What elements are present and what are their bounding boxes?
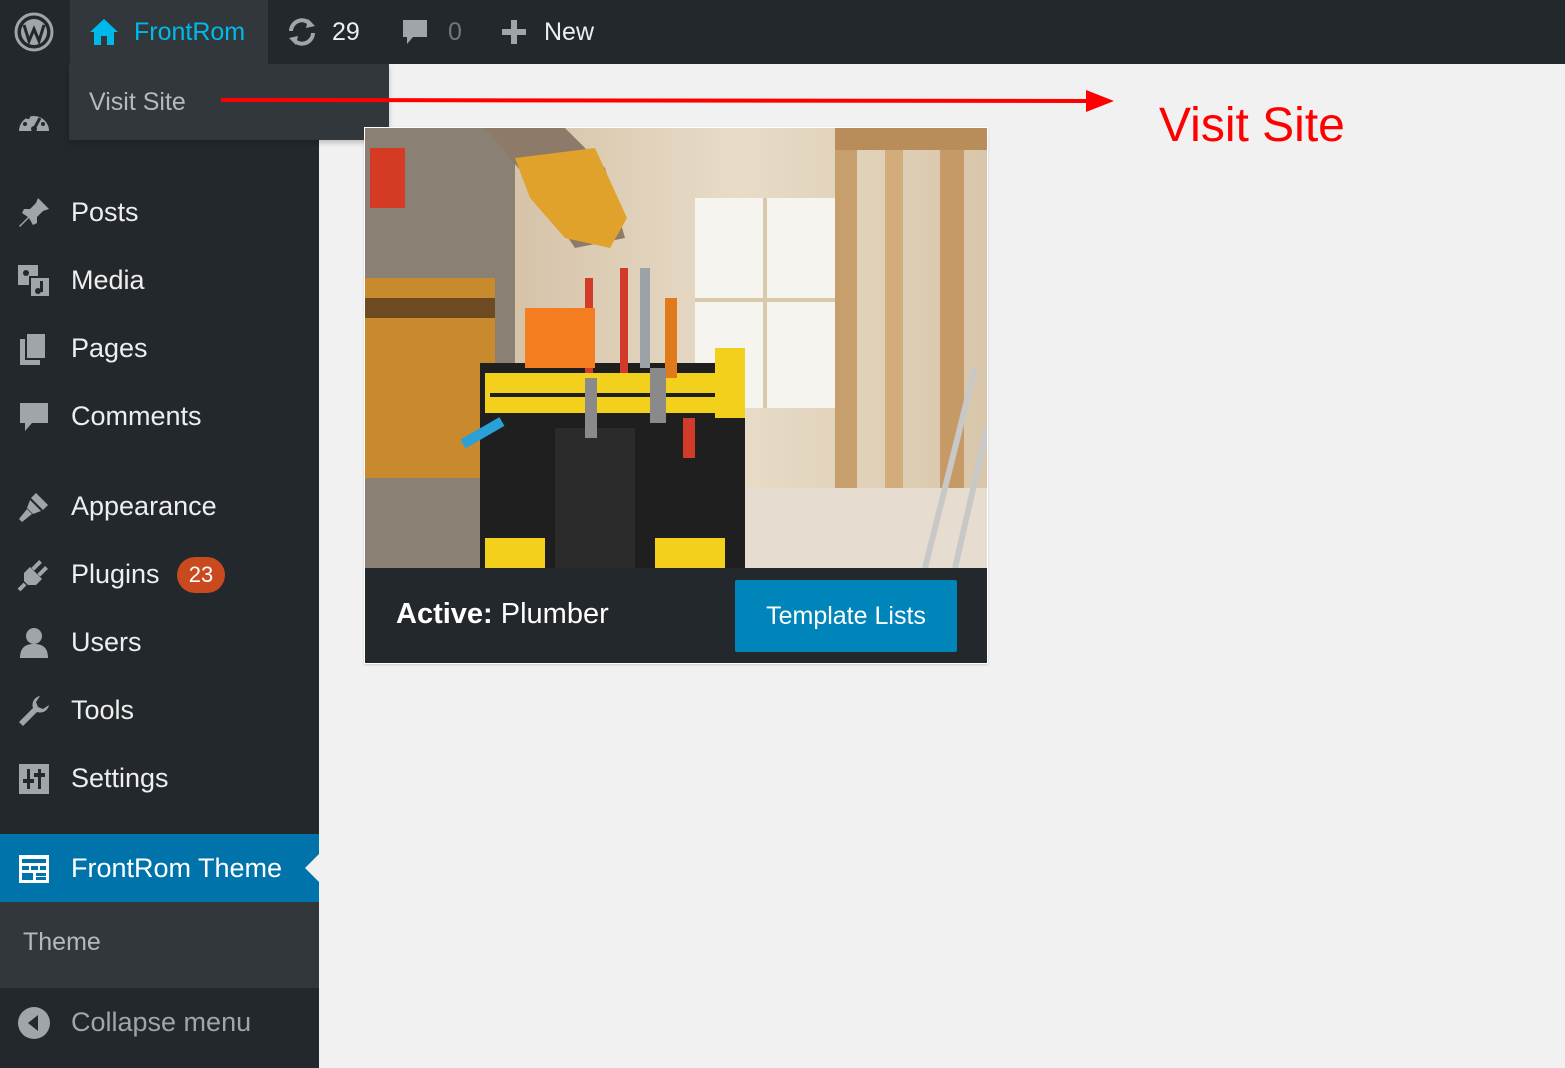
updates-button[interactable]: 29 [284,0,360,64]
sidebar-item-appearance[interactable]: Appearance [0,472,319,540]
collapse-menu-button[interactable]: Collapse menu [0,988,319,1056]
plugin-icon [17,560,48,592]
comment-bubble-icon [403,20,427,44]
sidebar-item-label: Media [71,264,145,295]
sidebar-item-label: FrontRom Theme [71,852,283,883]
comments-count: 0 [448,17,462,46]
settings-icon [19,764,49,794]
plugins-update-badge: 23 [177,557,225,593]
sidebar-item-posts[interactable]: Posts [0,178,319,246]
wordpress-logo-icon [14,12,54,52]
plumber-tool-bag-image [365,128,987,568]
site-name-menu[interactable]: FrontRom [70,0,268,64]
annotation-visit-site-label: Visit Site [1159,99,1345,152]
sidebar-item-label: Pages [71,332,148,363]
admin-sidebar: Posts Media Pages Comments Appearance Pl… [0,64,319,1068]
frontrom-theme-submenu: Theme [0,902,319,988]
theme-card-footer: Active: Plumber Template Lists [365,568,987,663]
plus-icon [502,20,526,44]
home-icon [90,19,118,45]
sidebar-item-plugins[interactable]: Plugins 23 [0,540,319,608]
updates-count: 29 [332,17,360,46]
wordpress-logo-button[interactable] [0,0,68,64]
comment-icon [20,403,48,431]
site-name-dropdown: Visit Site [69,64,389,140]
visit-site-link[interactable]: Visit Site [89,88,186,117]
theme-layout-icon [19,855,49,883]
template-lists-button[interactable]: Template Lists [735,580,957,652]
sidebar-item-label: Settings [71,762,169,793]
sidebar-item-pages[interactable]: Pages [0,314,319,382]
user-icon [20,628,48,658]
submenu-item-theme[interactable]: Theme [23,928,101,957]
collapse-arrow-icon [18,1007,50,1039]
sidebar-item-frontrom-theme[interactable]: FrontRom Theme [0,834,319,902]
sidebar-item-users[interactable]: Users [0,608,319,676]
sidebar-item-label: Comments [71,400,202,431]
collapse-menu-label: Collapse menu [71,1006,252,1037]
comments-button[interactable]: 0 [400,0,462,64]
sidebar-item-media[interactable]: Media [0,246,319,314]
sidebar-item-tools[interactable]: Tools [0,676,319,744]
pushpin-icon [19,198,49,227]
sidebar-item-label: Appearance [71,490,217,521]
sidebar-item-label: Posts [71,196,139,227]
new-label: New [544,17,595,46]
theme-screenshot[interactable] [365,128,987,568]
active-theme-name: Active: Plumber [396,598,609,631]
active-theme-card: Active: Plumber Template Lists [364,127,988,664]
sidebar-item-label: Tools [71,694,135,725]
active-indicator-arrow [305,854,319,882]
new-content-button[interactable]: New [500,0,594,64]
dashboard-icon [19,115,49,132]
paintbrush-icon [19,493,48,522]
sidebar-item-settings[interactable]: Settings [0,744,319,812]
sidebar-item-comments[interactable]: Comments [0,382,319,450]
theme-name: Plumber [500,598,609,630]
site-name-label: FrontRom [134,17,246,46]
sidebar-item-label: Plugins [71,558,160,589]
sidebar-item-label: Users [71,626,142,657]
wrench-icon [19,696,49,726]
updates-icon [289,18,315,46]
pages-icon [20,332,47,365]
active-prefix: Active: [396,598,493,630]
media-icon [18,265,51,298]
admin-bar: FrontRom 29 0 New [0,0,1565,64]
